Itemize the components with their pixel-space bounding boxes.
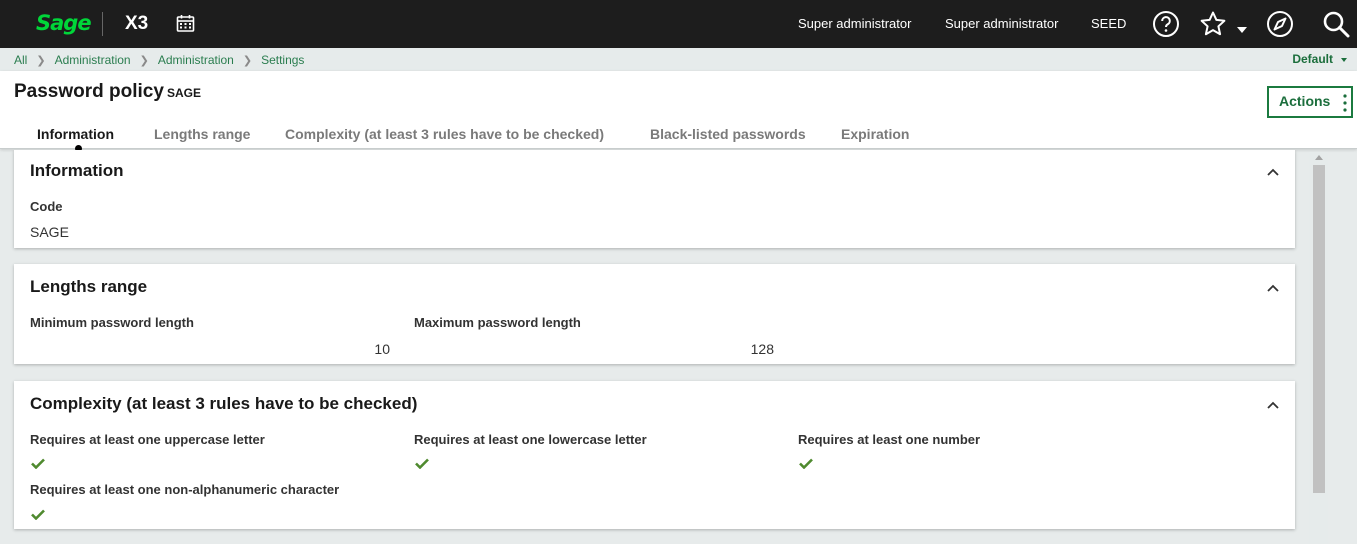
tab-complexity[interactable]: Complexity (at least 3 rules have to be … xyxy=(285,126,604,142)
app-name[interactable]: X3 xyxy=(125,13,148,35)
breadcrumb-item-all[interactable]: All xyxy=(14,53,27,67)
check-icon xyxy=(415,458,429,469)
code-value: SAGE xyxy=(30,224,69,240)
code-label: Code xyxy=(30,199,63,214)
breadcrumb-item-administration-2[interactable]: Administration xyxy=(158,53,234,67)
page-title: Password policy SAGE xyxy=(14,81,201,103)
scroll-up-arrow-icon[interactable] xyxy=(1315,155,1323,160)
more-vertical-icon xyxy=(1343,94,1347,112)
calendar-icon[interactable] xyxy=(176,14,195,33)
sage-logo[interactable]: Sage xyxy=(36,11,92,35)
information-section: Information Code SAGE xyxy=(14,150,1295,248)
chevron-up-icon[interactable] xyxy=(1267,168,1279,176)
compass-icon[interactable] xyxy=(1266,10,1294,38)
check-icon xyxy=(31,458,45,469)
complexity-section: Complexity (at least 3 rules have to be … xyxy=(14,381,1295,529)
breadcrumb-bar: All ❯ Administration ❯ Administration ❯ … xyxy=(0,48,1357,71)
default-selector[interactable]: Default xyxy=(1292,52,1347,66)
scrollbar-thumb[interactable] xyxy=(1313,165,1325,493)
rule-lowercase-label: Requires at least one lowercase letter xyxy=(414,432,647,447)
tab-information[interactable]: Information xyxy=(37,126,114,142)
lengths-range-section: Lengths range Minimum password length 10… xyxy=(14,264,1295,364)
complexity-title: Complexity (at least 3 rules have to be … xyxy=(30,394,418,413)
rule-non-alphanumeric-label: Requires at least one non-alphanumeric c… xyxy=(30,482,340,497)
chevron-right-icon: ❯ xyxy=(36,54,46,67)
breadcrumb-item-administration[interactable]: Administration xyxy=(55,53,131,67)
information-title: Information xyxy=(30,161,124,180)
rule-number-label: Requires at least one number xyxy=(798,432,981,447)
actions-button[interactable]: Actions xyxy=(1267,86,1353,118)
page-title-text: Password policy xyxy=(14,81,164,102)
chevron-up-icon[interactable] xyxy=(1267,401,1279,409)
lengths-range-title: Lengths range xyxy=(30,277,148,296)
help-icon[interactable] xyxy=(1152,10,1180,38)
search-icon[interactable] xyxy=(1322,10,1350,38)
folder-selector[interactable]: SEED xyxy=(1091,16,1126,31)
main-content: Information Code SAGE Lengths range Mini… xyxy=(0,150,1310,544)
star-icon[interactable] xyxy=(1199,10,1227,38)
max-length-value: 128 xyxy=(750,341,774,357)
breadcrumb: All ❯ Administration ❯ Administration ❯ … xyxy=(14,53,304,67)
rule-uppercase-label: Requires at least one uppercase letter xyxy=(30,432,265,447)
check-icon xyxy=(31,509,45,520)
page-header: Password policy SAGE Actions Information … xyxy=(0,71,1357,152)
tab-black-listed-passwords[interactable]: Black-listed passwords xyxy=(650,126,806,142)
chevron-right-icon: ❯ xyxy=(139,54,149,67)
topbar-divider xyxy=(102,12,103,36)
chevron-up-icon[interactable] xyxy=(1267,284,1279,292)
user-menu-1[interactable]: Super administrator xyxy=(798,16,911,31)
min-length-label: Minimum password length xyxy=(30,315,194,330)
user-menu-2[interactable]: Super administrator xyxy=(945,16,1058,31)
breadcrumb-item-settings[interactable]: Settings xyxy=(261,53,304,67)
chevron-right-icon: ❯ xyxy=(242,54,253,67)
chevron-down-icon[interactable] xyxy=(1237,27,1247,33)
caret-down-icon xyxy=(1341,57,1347,62)
tab-lengths-range[interactable]: Lengths range xyxy=(154,126,250,142)
min-length-value: 10 xyxy=(374,341,390,357)
max-length-label: Maximum password length xyxy=(414,315,581,330)
page-subtitle: SAGE xyxy=(166,86,201,100)
check-icon xyxy=(799,458,813,469)
default-selector-label: Default xyxy=(1292,52,1333,66)
tab-expiration[interactable]: Expiration xyxy=(841,126,909,142)
actions-label: Actions xyxy=(1279,93,1331,109)
top-bar: Sage X3 Super administrator Super admini… xyxy=(0,0,1357,48)
